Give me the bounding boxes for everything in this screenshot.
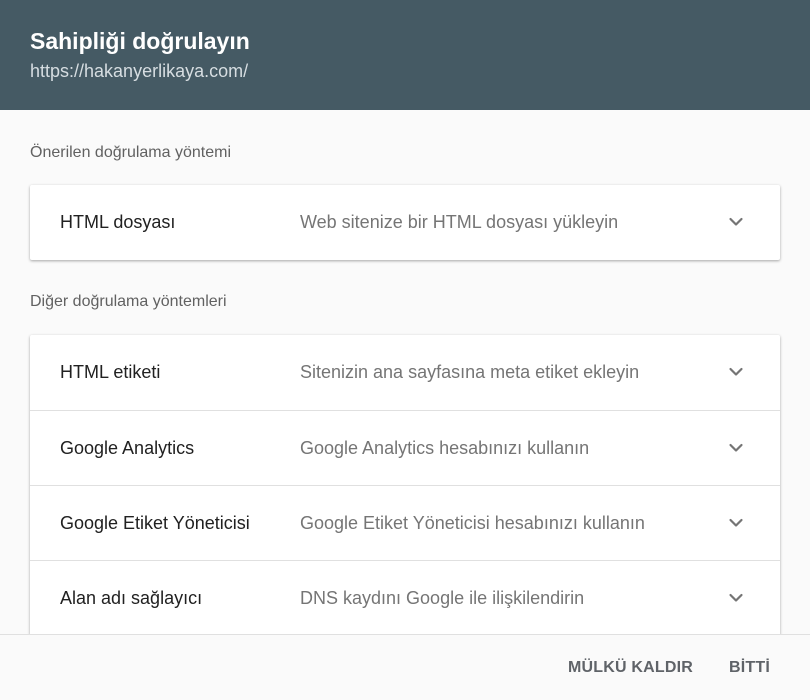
verify-ownership-dialog: Sahipliği doğrulayın https://hakanyerlik… <box>0 0 810 700</box>
dialog-footer: MÜLKÜ KALDIR BİTTİ <box>0 634 810 700</box>
property-url: https://hakanyerlikaya.com/ <box>30 61 249 81</box>
other-methods-label: Diğer doğrulama yöntemleri <box>30 293 227 310</box>
method-row-html-tag[interactable]: HTML etiketi Sitenizin ana sayfasına met… <box>30 335 780 410</box>
method-title: Google Etiket Yöneticisi <box>60 513 250 533</box>
dialog-header: Sahipliği doğrulayın https://hakanyerlik… <box>0 0 810 110</box>
chevron-down-icon[interactable] <box>728 364 744 380</box>
dialog-title: Sahipliği doğrulayın <box>30 28 250 54</box>
chevron-down-icon[interactable] <box>728 214 744 230</box>
method-row-google-analytics[interactable]: Google Analytics Google Analytics hesabı… <box>30 410 780 485</box>
recommended-method-label: Önerilen doğrulama yöntemi <box>30 144 231 161</box>
method-title: Google Analytics <box>60 438 195 458</box>
method-title: HTML etiketi <box>60 362 161 382</box>
method-description: DNS kaydını Google ile ilişkilendirin <box>300 588 585 608</box>
method-row-html-file[interactable]: HTML dosyası Web sitenize bir HTML dosya… <box>30 185 780 260</box>
recommended-methods-card: HTML dosyası Web sitenize bir HTML dosya… <box>30 185 780 260</box>
method-description: Google Analytics hesabınızı kullanın <box>300 438 590 458</box>
method-title: HTML dosyası <box>60 212 176 232</box>
done-button[interactable]: BİTTİ <box>729 635 770 700</box>
method-row-domain-provider[interactable]: Alan adı sağlayıcı DNS kaydını Google il… <box>30 560 780 635</box>
chevron-down-icon[interactable] <box>728 515 744 531</box>
method-description: Google Etiket Yöneticisi hesabınızı kull… <box>300 513 645 533</box>
method-title: Alan adı sağlayıcı <box>60 588 203 608</box>
remove-property-button[interactable]: MÜLKÜ KALDIR <box>568 635 693 700</box>
chevron-down-icon[interactable] <box>728 590 744 606</box>
method-description: Sitenizin ana sayfasına meta etiket ekle… <box>300 362 640 382</box>
chevron-down-icon[interactable] <box>728 440 744 456</box>
method-description: Web sitenize bir HTML dosyası yükleyin <box>300 212 619 232</box>
method-row-google-tag-manager[interactable]: Google Etiket Yöneticisi Google Etiket Y… <box>30 485 780 560</box>
other-methods-card: HTML etiketi Sitenizin ana sayfasına met… <box>30 335 780 635</box>
